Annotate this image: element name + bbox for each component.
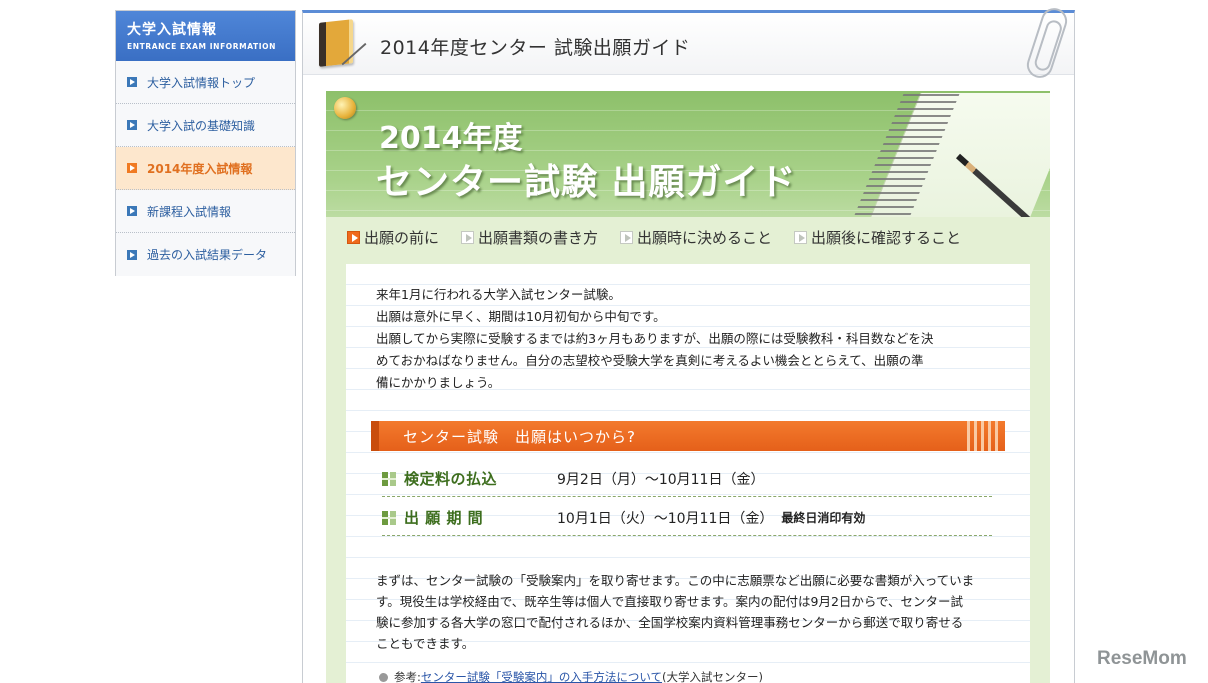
content-page: 来年1月に行われる大学入試センター試験。 出願は意外に早く、期間は10月初旬から… (346, 264, 1030, 683)
body-line: す。現役生は学校経由で、既卒生等は個人で直接取り寄せます。案内の配付は9月2日か… (376, 594, 964, 609)
schedule-row-period: 出 願 期 間 10月1日（火）～10月11日（金） 最終日消印有効 (382, 500, 992, 536)
guide-banner: 2014年度 センター試験 出願ガイド (326, 91, 1050, 217)
guide-tabs: 出願の前に 出願書類の書き方 出願時に決めること 出願後に確認すること (326, 225, 1050, 249)
banner-year: 2014年度 (379, 121, 523, 156)
body-line: まずは、センター試験の「受験案内」を取り寄せます。この中に志願票など出願に必要な… (376, 573, 975, 588)
tab-how-to-write[interactable]: 出願書類の書き方 (461, 227, 598, 248)
page-title: 2014年度センター 試験出願ガイド (380, 37, 691, 59)
stripe-decoration (967, 421, 999, 451)
sidebar-title: 大学入試情報 (127, 22, 217, 38)
tab-label: 出願の前に (364, 228, 440, 247)
sidebar-item-label: 新課程入試情報 (147, 204, 232, 219)
pin-icon (334, 97, 356, 119)
resemom-logo: ReseMom (1097, 648, 1187, 669)
arrow-right-icon (127, 163, 137, 173)
banner-title: センター試験 出願ガイド (376, 162, 797, 203)
tab-label: 出願時に決めること (637, 228, 773, 247)
body-text: まずは、センター試験の「受験案内」を取り寄せます。この中に志願票など出願に必要な… (376, 570, 1006, 654)
square-bullet-icon (382, 471, 396, 486)
schedule-note: 最終日消印有効 (781, 511, 866, 525)
schedule-label: 検定料の払込 (404, 470, 498, 488)
sidebar-item-top[interactable]: 大学入試情報トップ (116, 61, 295, 104)
guide-notebook: 2014年度 センター試験 出願ガイド 出願の前に 出願書類の書き方 出願時に決… (326, 91, 1050, 683)
intro-line: 出願は意外に早く、期間は10月初旬から中旬です。 (376, 309, 666, 324)
tab-label: 出願書類の書き方 (478, 228, 599, 247)
sidebar-item-2014[interactable]: 2014年度入試情報 (116, 147, 295, 190)
play-arrow-icon (620, 230, 634, 244)
notebook-icon (319, 19, 353, 67)
section-heading: センター試験 出願はいつから? (403, 427, 636, 446)
sidebar-item-label: 大学入試の基礎知識 (147, 118, 256, 133)
schedule-label: 出 願 期 間 (404, 509, 484, 527)
sidebar-item-past-results[interactable]: 過去の入試結果データ (116, 233, 295, 276)
sidebar-subtitle: ENTRANCE EXAM INFORMATION (127, 42, 276, 51)
intro-line: 来年1月に行われる大学入試センター試験。 (376, 287, 621, 302)
body-line: 験に参加する各大学の窓口で配付されるほか、全国学校案内資料管理事務センターから郵… (376, 615, 964, 630)
section-heading-bar: センター試験 出願はいつから? (371, 421, 1005, 451)
main-panel: 2014年度センター 試験出願ガイド 2014年度 センター試験 出願ガイド 出… (302, 4, 1075, 683)
sidebar-item-label: 2014年度入試情報 (147, 161, 253, 176)
intro-line: めておかねばなりません。自分の志望校や受験大学を真剣に考えるよい機会ととらえて、… (376, 353, 924, 368)
play-arrow-icon (794, 230, 808, 244)
reference-prefix: 参考: (394, 670, 421, 683)
sidebar-item-label: 大学入試情報トップ (147, 75, 256, 90)
play-arrow-icon (347, 230, 360, 244)
body-line: こともできます。 (376, 636, 475, 651)
sidebar: 大学入試情報 ENTRANCE EXAM INFORMATION 大学入試情報ト… (115, 10, 296, 276)
reference-link[interactable]: センター試験「受験案内」の入手方法について (421, 669, 662, 683)
reference-suffix: (大学入試センター) (662, 670, 764, 683)
intro-line: 出願してから実際に受験するまでは約3ヶ月もありますが、出願の際には受験教科・科目… (376, 331, 934, 346)
sidebar-item-new-curriculum[interactable]: 新課程入試情報 (116, 190, 295, 233)
schedule-value: 9月2日（月）～10月11日（金） (557, 471, 765, 488)
page-header: 2014年度センター 試験出願ガイド (303, 4, 1074, 82)
paperclip-icon (1023, 4, 1071, 82)
sidebar-header: 大学入試情報 ENTRANCE EXAM INFORMATION (116, 11, 295, 61)
intro-line: 備にかかりましょう。 (376, 375, 501, 390)
tab-before-application[interactable]: 出願の前に (347, 227, 439, 248)
schedule-value: 10月1日（火）～10月11日（金） (557, 510, 774, 527)
sidebar-item-basics[interactable]: 大学入試の基礎知識 (116, 104, 295, 147)
reference-line: 参考: センター試験「受験案内」の入手方法について (大学入試センター) (379, 669, 763, 683)
bullet-dot-icon (379, 672, 388, 682)
intro-text: 来年1月に行われる大学入試センター試験。 出願は意外に早く、期間は10月初旬から… (376, 284, 1016, 394)
arrow-right-icon (127, 206, 137, 216)
sidebar-item-label: 過去の入試結果データ (147, 248, 268, 262)
tab-decide-when-applying[interactable]: 出願時に決めること (620, 227, 772, 248)
arrow-right-icon (127, 249, 137, 260)
square-bullet-icon (382, 510, 396, 525)
schedule-row-fee: 検定料の払込 9月2日（月）～10月11日（金） (382, 461, 992, 497)
tab-after-application[interactable]: 出願後に確認すること (794, 227, 961, 248)
tab-label: 出願後に確認すること (811, 228, 962, 247)
play-arrow-icon (461, 230, 475, 244)
arrow-right-icon (127, 120, 137, 130)
arrow-right-icon (127, 77, 137, 87)
